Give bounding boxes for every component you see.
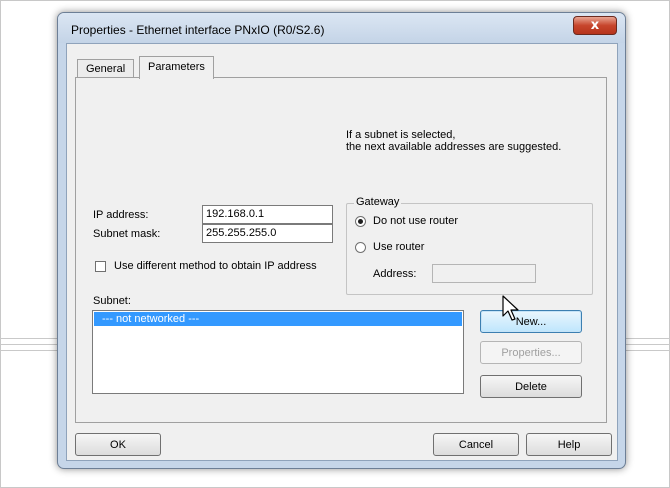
- different-method-checkbox[interactable]: [95, 261, 106, 272]
- use-router-label: Use router: [373, 241, 425, 253]
- delete-subnet-button[interactable]: Delete: [480, 375, 582, 398]
- different-method-label: Use different method to obtain IP addres…: [114, 260, 317, 272]
- no-router-label: Do not use router: [373, 215, 458, 227]
- dialog-client-area: General Parameters If a subnet is select…: [66, 43, 618, 461]
- tab-label: Parameters: [148, 61, 205, 73]
- window-title: Properties - Ethernet interface PNxIO (R…: [71, 23, 325, 37]
- subnet-mask-label: Subnet mask:: [93, 228, 161, 240]
- use-router-radio[interactable]: [355, 242, 366, 253]
- parameters-panel: If a subnet is selected, the next availa…: [75, 77, 607, 423]
- tab-label: General: [86, 63, 126, 75]
- gateway-title: Gateway: [354, 196, 402, 208]
- no-router-radio[interactable]: [355, 216, 366, 227]
- properties-dialog: Properties - Ethernet interface PNxIO (R…: [57, 12, 626, 469]
- router-address-label: Address:: [373, 268, 417, 280]
- close-button[interactable]: x: [573, 16, 617, 35]
- subnet-mask-field[interactable]: 255.255.255.0: [202, 224, 333, 243]
- mouse-pointer-icon: [502, 295, 519, 321]
- subnet-list-item[interactable]: --- not networked ---: [94, 312, 462, 326]
- subnet-hint-line1: If a subnet is selected,: [346, 129, 456, 141]
- ok-button[interactable]: OK: [75, 433, 161, 456]
- subnet-hint-line2: the next available addresses are suggest…: [346, 141, 562, 153]
- close-icon: x: [590, 18, 600, 33]
- ip-address-label: IP address:: [93, 209, 149, 221]
- title-bar[interactable]: Properties - Ethernet interface PNxIO (R…: [58, 13, 625, 43]
- new-subnet-button[interactable]: New...: [480, 310, 582, 333]
- router-address-field[interactable]: [432, 264, 536, 283]
- subnet-properties-button[interactable]: Properties...: [480, 341, 582, 364]
- help-button[interactable]: Help: [526, 433, 612, 456]
- subnet-label: Subnet:: [93, 295, 131, 307]
- tab-parameters[interactable]: Parameters: [139, 56, 214, 79]
- ip-address-field[interactable]: 192.168.0.1: [202, 205, 333, 224]
- subnet-listbox[interactable]: --- not networked ---: [92, 310, 464, 394]
- gateway-groupbox: Gateway Do not use router Use router Add…: [346, 196, 593, 295]
- tab-general[interactable]: General: [77, 59, 135, 78]
- cancel-button[interactable]: Cancel: [433, 433, 519, 456]
